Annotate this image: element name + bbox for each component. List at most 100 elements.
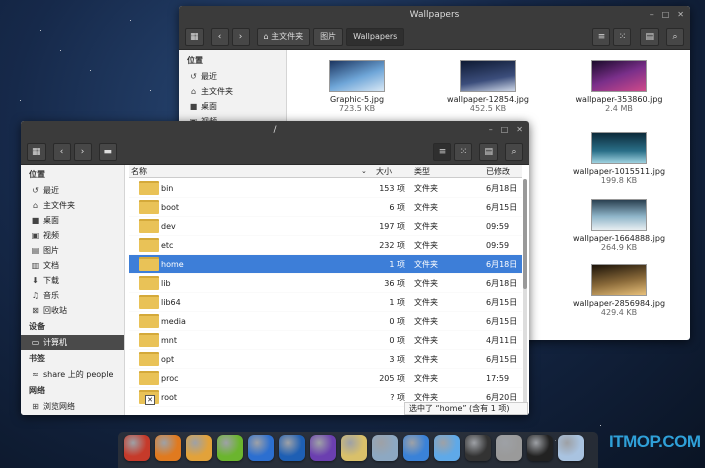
table-row[interactable]: proc 205 项文件夹 17:59	[129, 369, 522, 388]
file-type: 文件夹	[414, 335, 438, 345]
minimize-icon[interactable]: –	[489, 121, 493, 139]
wallpapers-titlebar[interactable]: Wallpapers – □ ✕	[179, 6, 690, 24]
column-header-size[interactable]: 大小	[376, 166, 392, 177]
file-tile[interactable]: wallpaper-353860.jpg 2.4 MB	[569, 60, 669, 113]
sidebar-item-desktop[interactable]: ■ 桌面	[179, 99, 286, 114]
breadcrumb-wallpapers[interactable]: Wallpapers	[346, 27, 405, 46]
sidebar-header-devices: 设备	[29, 322, 45, 331]
sidebar-item-recent[interactable]: ↺ 最近	[179, 69, 286, 84]
calendar-icon[interactable]	[527, 435, 553, 461]
close-icon[interactable]: ✕	[516, 121, 523, 139]
file-type: 文件夹	[414, 297, 438, 307]
table-row[interactable]: boot 6 项文件夹 6月15日	[129, 198, 522, 217]
vertical-scrollbar[interactable]	[523, 179, 527, 409]
folder-icon	[139, 352, 159, 366]
file-type: 文件夹	[414, 316, 438, 326]
table-row[interactable]: home 1 项文件夹 6月18日	[129, 255, 522, 274]
file-tile[interactable]: wallpaper-1664888.jpg 264.9 KB	[569, 199, 669, 252]
preferences-icon[interactable]	[558, 435, 584, 461]
maximize-icon[interactable]: □	[662, 6, 670, 24]
sidebar-item-desktop[interactable]: ■ 桌面	[21, 213, 124, 228]
table-row[interactable]: mnt 0 项文件夹 4月11日	[129, 331, 522, 350]
sidebar-item-recent[interactable]: ↺ 最近	[21, 183, 124, 198]
search-icon[interactable]: ⌕	[505, 142, 523, 161]
rocket-launcher-icon[interactable]	[124, 435, 150, 461]
column-header-modified[interactable]: 已修改	[486, 166, 510, 177]
thumbnail	[591, 199, 647, 231]
web-browser-icon[interactable]	[279, 435, 305, 461]
forward-button[interactable]: ›	[73, 142, 92, 161]
list-view-icon[interactable]: ≡	[433, 142, 452, 161]
file-tile[interactable]: wallpaper-2856984.jpg 429.4 KB	[569, 264, 669, 317]
grid-view-icon[interactable]: ⁙	[454, 142, 473, 161]
column-view-icon[interactable]: ▤	[479, 142, 498, 161]
sidebar-item-pictures[interactable]: ▤ 图片	[21, 243, 124, 258]
file-modified: 6月15日	[486, 316, 518, 326]
table-row[interactable]: lib64 1 项文件夹 6月15日	[129, 293, 522, 312]
sidebar-item-downloads[interactable]: ⬇ 下载	[21, 273, 124, 288]
sidebar-toggle-icon[interactable]: ▦	[185, 27, 204, 46]
folder-icon	[139, 314, 159, 328]
table-row[interactable]: opt 3 项文件夹 6月15日	[129, 350, 522, 369]
sidebar-item-home[interactable]: ⌂ 主文件夹	[179, 84, 286, 99]
trash-icon: ⊠	[32, 306, 39, 315]
search-icon[interactable]: ⌕	[666, 27, 684, 46]
finder-face-icon[interactable]	[434, 435, 460, 461]
file-tile[interactable]: wallpaper-12854.jpg 452.5 KB	[438, 60, 538, 113]
forward-button[interactable]: ›	[231, 27, 250, 46]
close-icon[interactable]: ✕	[677, 6, 684, 24]
table-row[interactable]: bin 153 项文件夹 6月18日	[129, 179, 522, 198]
sort-chevron-down-icon[interactable]: ⌄	[361, 167, 367, 175]
sidebar-header-network: 网络	[29, 386, 45, 395]
sidebar-item-video[interactable]: ▣视频	[21, 228, 124, 243]
back-button[interactable]: ‹	[210, 27, 229, 46]
file-size: 36 项	[384, 278, 405, 288]
watermark: ITMOP.COM	[609, 432, 701, 451]
media-player-icon[interactable]	[248, 435, 274, 461]
column-view-icon[interactable]: ▤	[640, 27, 659, 46]
minimize-icon[interactable]: –	[650, 6, 654, 24]
sidebar-item-documents[interactable]: ▥ 文档	[21, 258, 124, 273]
file-type: 文件夹	[414, 354, 438, 364]
sidebar-item-browse-network[interactable]: ⊞ 浏览网络	[21, 399, 124, 414]
column-header-type[interactable]: 类型	[414, 166, 430, 177]
network-share-icon: ≈	[32, 370, 39, 379]
column-header-name[interactable]: 名称	[131, 166, 147, 177]
table-row[interactable]: lib 36 项文件夹 6月18日	[129, 274, 522, 293]
scripting-app-icon[interactable]	[496, 435, 522, 461]
table-row[interactable]: etc 232 项文件夹 09:59	[129, 236, 522, 255]
breadcrumb-home[interactable]: ⌂ 主文件夹	[256, 27, 311, 46]
image-icon: ▤	[31, 246, 40, 255]
desktop-icon: ■	[31, 216, 40, 225]
sidebar-item-home[interactable]: ⌂ 主文件夹	[21, 198, 124, 213]
table-row[interactable]: media 0 项文件夹 6月15日	[129, 312, 522, 331]
file-tile[interactable]: Graphic-5.jpg 723.5 KB	[307, 60, 407, 113]
drive-breadcrumb-icon[interactable]: ▬	[98, 142, 118, 161]
leaf-app-icon[interactable]	[217, 435, 243, 461]
sidebar-item-share[interactable]: ≈ share 上的 people	[21, 367, 124, 382]
camera-lens-icon[interactable]	[465, 435, 491, 461]
table-row[interactable]: dev 197 项文件夹 09:59	[129, 217, 522, 236]
disk-app-icon[interactable]	[310, 435, 336, 461]
sidebar-item-music[interactable]: ♫ 音乐	[21, 288, 124, 303]
file-size: 3 项	[389, 354, 405, 364]
home-icon: ⌂	[263, 32, 272, 41]
breadcrumb-pictures[interactable]: 图片	[313, 27, 344, 46]
sidebar-toggle-icon[interactable]: ▦	[27, 142, 46, 161]
file-tile[interactable]: wallpaper-1015511.jpg 199.8 KB	[569, 132, 669, 185]
root-titlebar[interactable]: / – □ ✕	[21, 121, 529, 139]
back-button[interactable]: ‹	[52, 142, 71, 161]
folder-icon	[139, 371, 159, 385]
grid-view-icon[interactable]: ⁙	[613, 27, 632, 46]
target-app-icon[interactable]	[186, 435, 212, 461]
list-view-icon[interactable]: ≡	[592, 27, 611, 46]
sidebar-item-computer[interactable]: ▭ 计算机	[21, 335, 124, 350]
file-manager-icon[interactable]	[155, 435, 181, 461]
system-monitor-icon[interactable]	[372, 435, 398, 461]
maximize-icon[interactable]: □	[501, 121, 509, 139]
sidebar-item-trash[interactable]: ⊠ 回收站	[21, 303, 124, 318]
notes-app-icon[interactable]	[341, 435, 367, 461]
folder-icon	[139, 295, 159, 309]
safari-compass-icon[interactable]	[403, 435, 429, 461]
sidebar-header-bookmarks: 书签	[29, 354, 45, 363]
